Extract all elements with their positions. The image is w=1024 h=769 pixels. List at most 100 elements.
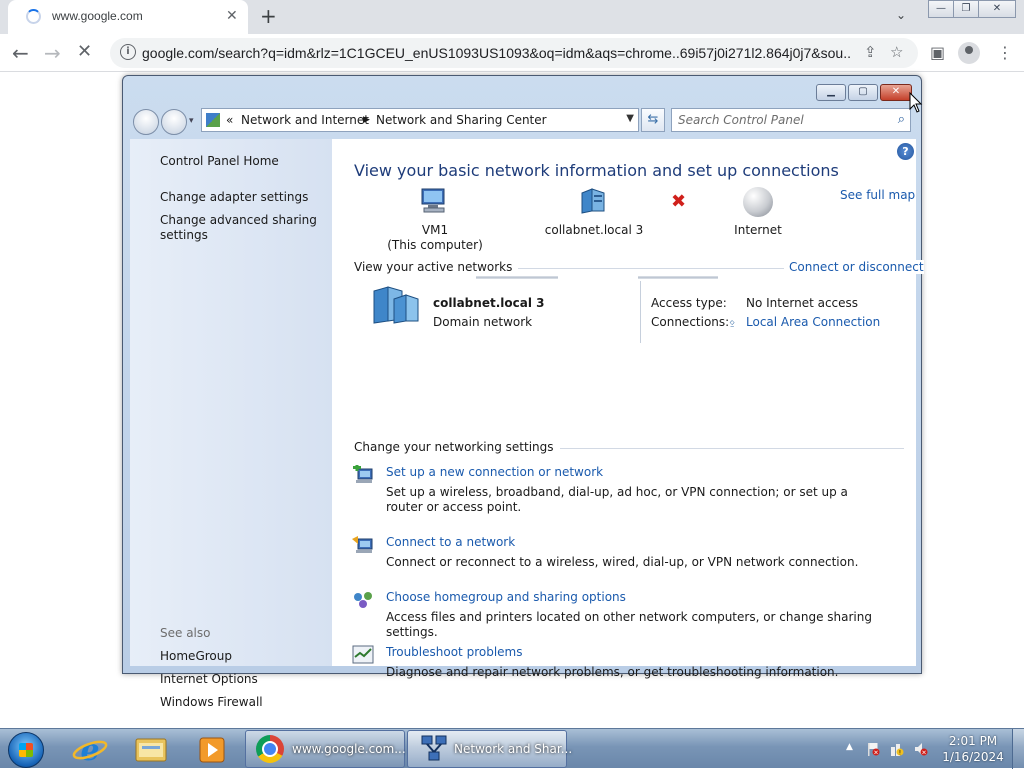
network-node-name: collabnet.local 3 [544,223,644,237]
forward-icon[interactable]: → [44,41,61,65]
refresh-icon[interactable]: ⇆ [641,108,665,132]
close-button[interactable]: ✕ [880,84,912,101]
active-network-name: collabnet.local 3 [433,296,545,310]
search-input[interactable] [678,112,883,128]
page-title: View your basic network information and … [354,161,839,180]
map-connection-line [476,276,558,279]
search-icon[interactable]: ⌕ [898,112,905,127]
breadcrumb-separator-icon[interactable]: ▶ [363,115,370,125]
url-text[interactable]: google.com/search?q=idm&rlz=1C1GCEU_enUS… [142,45,850,61]
share-icon[interactable]: ⇪ [864,43,877,61]
active-network-type[interactable]: Domain network [433,315,532,329]
setup-connection-link[interactable]: Set up a new connection or network [386,465,603,479]
loading-spinner-icon [26,9,41,24]
network-tray-icon[interactable]: ! [890,742,904,756]
clock-date: 1/16/2024 [942,750,1004,764]
browser-close-button[interactable]: ✕ [978,0,1016,18]
menu-icon[interactable]: ⋮ [997,43,1013,62]
local-area-connection-link[interactable]: Local Area Connection [746,315,880,329]
breadcrumb-network-internet[interactable]: Network and Internet [241,113,369,127]
address-bar[interactable]: i google.com/search?q=idm&rlz=1C1GCEU_en… [110,38,918,68]
volume-muted-icon[interactable]: ✕ [914,742,928,756]
minimize-button[interactable]: ▁ [816,84,846,101]
sidebar-control-panel-home[interactable]: Control Panel Home [160,154,279,169]
connect-network-desc: Connect or reconnect to a wireless, wire… [386,555,859,569]
see-also-label: See also [160,626,211,640]
forward-button[interactable] [161,109,187,135]
star-icon[interactable]: ☆ [890,43,903,61]
taskbar-network-button[interactable]: Network and Shar... [407,730,572,768]
address-bar[interactable]: « Network and Internet ▶ Network and Sha… [201,108,639,132]
sidebar-change-advanced-sharing[interactable]: Change advanced sharing settings [160,213,320,243]
map-connection-line [638,276,718,279]
troubleshoot-link[interactable]: Troubleshoot problems [386,645,522,659]
help-icon[interactable]: ? [897,143,914,160]
network-center-icon [421,735,447,761]
breadcrumb-chevrons[interactable]: « [226,113,233,127]
tab-title: www.google.com [52,9,143,23]
homegroup-sharing-desc: Access files and printers located on oth… [386,610,872,639]
tab-search-chevron-icon[interactable]: ⌄ [896,8,906,22]
browser-minimize-button[interactable]: — [928,0,954,18]
sidebar-homegroup[interactable]: HomeGroup [160,649,232,664]
sidebar-change-adapter-settings[interactable]: Change adapter settings [160,190,308,205]
svg-text:✕: ✕ [921,750,926,757]
taskbar-network-label: Network and Shar... [454,742,573,756]
homegroup-icon [354,592,372,608]
file-explorer-icon[interactable] [127,733,175,765]
media-player-icon[interactable] [188,733,236,765]
stop-icon[interactable]: ✕ [77,41,92,62]
internet-globe-icon[interactable] [743,187,773,217]
internet-label: Internet [734,223,782,237]
svg-text:!: ! [899,750,901,757]
start-button[interactable] [8,732,44,768]
back-icon[interactable]: ← [12,41,29,65]
maximize-button[interactable]: ▢ [848,84,878,101]
connect-network-link[interactable]: Connect to a network [386,535,515,549]
browser-tab[interactable]: www.google.com ✕ [8,0,248,34]
network-sharing-center-window: ▁ ▢ ✕ ▾ « Network and Internet ▶ Network… [122,75,924,709]
see-full-map-link[interactable]: See full map [840,188,915,202]
homegroup-sharing-link[interactable]: Choose homegroup and sharing options [386,590,626,604]
show-hidden-icons-icon[interactable]: ▲ [846,742,853,752]
taskbar: e www.google.com... Network and Shar... … [0,728,1024,769]
info-icon[interactable]: i [120,44,136,60]
troubleshoot-icon [352,645,374,664]
active-network-icon[interactable] [372,285,420,325]
clock[interactable]: 2:01 PM 1/16/2024 [940,733,1006,765]
ethernet-connection-icon: ⍚ [729,314,737,328]
chrome-icon [256,735,284,763]
connect-network-icon [352,536,373,553]
back-button[interactable] [133,109,159,135]
active-networks-title: View your active networks [354,260,519,274]
computer-name: VM1 [421,223,449,237]
side-panel-icon[interactable]: ▣ [930,43,945,62]
access-type-label: Access type: [651,296,727,310]
sidebar-internet-options[interactable]: Internet Options [160,672,258,687]
connections-label: Connections: [651,315,730,329]
search-box[interactable]: ⌕ [671,108,911,132]
profile-icon[interactable] [958,42,980,64]
taskbar-chrome-button[interactable]: www.google.com... [245,730,406,768]
computer-icon[interactable] [418,187,450,215]
sidebar-windows-firewall[interactable]: Windows Firewall [160,695,263,710]
section-divider [522,448,904,449]
tab-close-icon[interactable]: ✕ [226,8,238,24]
main-content: ? View your basic network information an… [332,139,924,679]
svg-text:e: e [80,733,99,765]
action-center-flag-icon[interactable]: ✕ [866,742,880,756]
new-connection-icon [353,465,373,483]
troubleshoot-desc: Diagnose and repair network problems, or… [386,665,839,679]
show-desktop-button[interactable] [1012,729,1024,769]
address-dropdown-icon[interactable]: ▼ [626,113,634,124]
mouse-cursor-icon [909,92,923,113]
control-panel-icon [206,113,220,127]
no-internet-x-icon[interactable]: ✖ [671,191,686,212]
breadcrumb-network-sharing-center[interactable]: Network and Sharing Center [376,113,547,127]
internet-explorer-icon[interactable]: e [66,733,114,765]
browser-restore-button[interactable]: ❐ [953,0,979,18]
recent-pages-chevron-icon[interactable]: ▾ [189,116,194,126]
connect-disconnect-link[interactable]: Connect or disconnect [785,260,924,274]
new-tab-icon[interactable]: + [260,4,277,28]
domain-network-icon[interactable] [578,187,610,215]
